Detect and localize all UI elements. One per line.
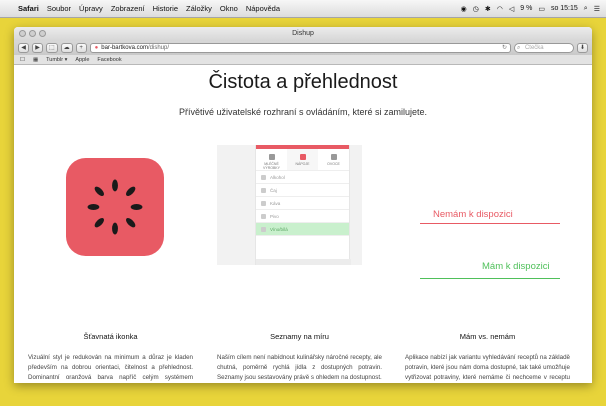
new-tab-button[interactable]: + (75, 43, 87, 53)
back-button[interactable]: ◀ (18, 43, 29, 53)
page-title: Čistota a přehlednost (208, 71, 398, 93)
menubar-clock[interactable]: so 15:15 (551, 5, 578, 12)
available-underline (420, 278, 560, 279)
phone-tab-drinks: NÁPOJE (287, 149, 318, 170)
bookmark-tumblr[interactable]: Tumblr ▾ (46, 57, 67, 63)
cloud-tabs-icon[interactable]: ☁ (60, 43, 73, 53)
menu-bookmarks[interactable]: Záložky (186, 4, 212, 13)
safari-window: Dishup ◀ ▶ ⬚ ☁ + ● bar-bartkova.com/dish… (14, 27, 592, 383)
ubuntu-icon[interactable]: ◉ (461, 5, 467, 13)
clock-status-icon[interactable]: ◷ (473, 5, 479, 13)
menu-help[interactable]: Nápověda (246, 4, 280, 13)
menu-window[interactable]: Okno (220, 4, 238, 13)
reader-label: Čtečka (524, 45, 544, 51)
url-path: /dishup/ (147, 45, 169, 51)
feature-column-icon: Šťavnatá ikonka Vizuální styl je redukov… (28, 332, 193, 383)
phone-bottom-bar (256, 259, 351, 265)
spotlight-icon[interactable]: ⌕ (584, 5, 588, 13)
url-host: bar-bartkova.com (101, 45, 148, 51)
menu-file[interactable]: Soubor (47, 4, 71, 13)
feature-column-lists: Seznamy na míru Naším cílem není nabídno… (217, 332, 382, 383)
minimize-window-button[interactable] (29, 30, 36, 37)
show-all-bookmarks-icon[interactable]: ☐ (20, 57, 25, 63)
feature-column-have: Mám vs. nemám Aplikace nabízí jak varian… (405, 332, 570, 383)
feature-title: Šťavnatá ikonka (83, 332, 138, 341)
page-subtitle: Přívětivé uživatelské rozhraní s ovládán… (178, 107, 428, 117)
phone-mockup: MLÉČNÉ VÝROBKY NÁPOJE OVOCE Alkohol Čaj … (217, 145, 362, 265)
window-title: Dishup (292, 30, 314, 37)
feature-title: Seznamy na míru (270, 332, 329, 341)
site-favicon-icon: ● (94, 45, 99, 51)
menu-view[interactable]: Zobrazení (111, 4, 145, 13)
downloads-icon[interactable]: ⬇ (576, 43, 588, 53)
feature-text: Aplikace nabízí jak variantu vyhledávání… (405, 354, 570, 381)
menu-app[interactable]: Safari (18, 4, 39, 13)
battery-percent[interactable]: 9 % (520, 5, 532, 12)
forward-button[interactable]: ▶ (32, 43, 43, 53)
zoom-window-button[interactable] (39, 30, 46, 37)
reload-icon[interactable]: ↻ (502, 44, 510, 52)
bluetooth-icon[interactable]: ✱ (485, 5, 491, 13)
page-content: Čistota a přehlednost Přívětivé uživatel… (14, 65, 592, 383)
address-bar[interactable]: ● bar-bartkova.com/dishup/ ↻ (89, 43, 511, 53)
wifi-icon[interactable]: ◠ (497, 5, 503, 13)
share-icon[interactable]: ⬚ (46, 43, 58, 53)
notification-center-icon[interactable]: ☰ (594, 5, 600, 13)
phone-list-item: Alkohol (256, 171, 349, 184)
window-controls (19, 30, 46, 37)
phone-list-item: Čaj (256, 184, 349, 197)
available-label: Mám k dispozici (482, 261, 550, 272)
unavailable-label: Nemám k dispozici (433, 209, 513, 220)
bookmark-apple[interactable]: Apple (75, 57, 89, 63)
feature-text: Naším cílem není nabídnout kulinářsky ná… (217, 354, 382, 381)
bookmarks-bar: ☐ ▦ Tumblr ▾ Apple Facebook (14, 55, 592, 65)
feature-text: Vizuální styl je redukován na minimum a … (28, 354, 193, 381)
close-window-button[interactable] (19, 30, 26, 37)
phone-tab-fruit: OVOCE (318, 149, 349, 170)
phone-list-item-selected: Víno/bílá (256, 223, 349, 236)
reader-button[interactable]: ⌕ Čtečka (513, 43, 574, 53)
phone-screen: MLÉČNÉ VÝROBKY NÁPOJE OVOCE Alkohol Čaj … (255, 145, 351, 265)
watermelon-app-icon (66, 158, 164, 256)
unavailable-underline (420, 223, 560, 224)
battery-icon[interactable]: ▭ (538, 5, 545, 13)
bookmark-facebook[interactable]: Facebook (97, 57, 121, 63)
top-sites-icon[interactable]: ▦ (33, 57, 38, 63)
menu-history[interactable]: Historie (153, 4, 178, 13)
phone-list-item: Pivo (256, 210, 349, 223)
menu-edit[interactable]: Úpravy (79, 4, 103, 13)
phone-tabs: MLÉČNÉ VÝROBKY NÁPOJE OVOCE (256, 149, 349, 171)
window-titlebar: Dishup (14, 27, 592, 41)
browser-toolbar: ◀ ▶ ⬚ ☁ + ● bar-bartkova.com/dishup/ ↻ ⌕… (14, 41, 592, 55)
feature-title: Mám vs. nemám (459, 332, 516, 341)
reader-icon: ⌕ (516, 45, 521, 51)
phone-tab-dairy: MLÉČNÉ VÝROBKY (256, 149, 287, 170)
system-menubar: Safari Soubor Úpravy Zobrazení Historie … (0, 0, 606, 18)
status-area: ◉ ◷ ✱ ◠ ◁ 9 % ▭ so 15:15 ⌕ ☰ (461, 5, 606, 13)
volume-icon[interactable]: ◁ (509, 5, 514, 13)
phone-list-item: Káva (256, 197, 349, 210)
